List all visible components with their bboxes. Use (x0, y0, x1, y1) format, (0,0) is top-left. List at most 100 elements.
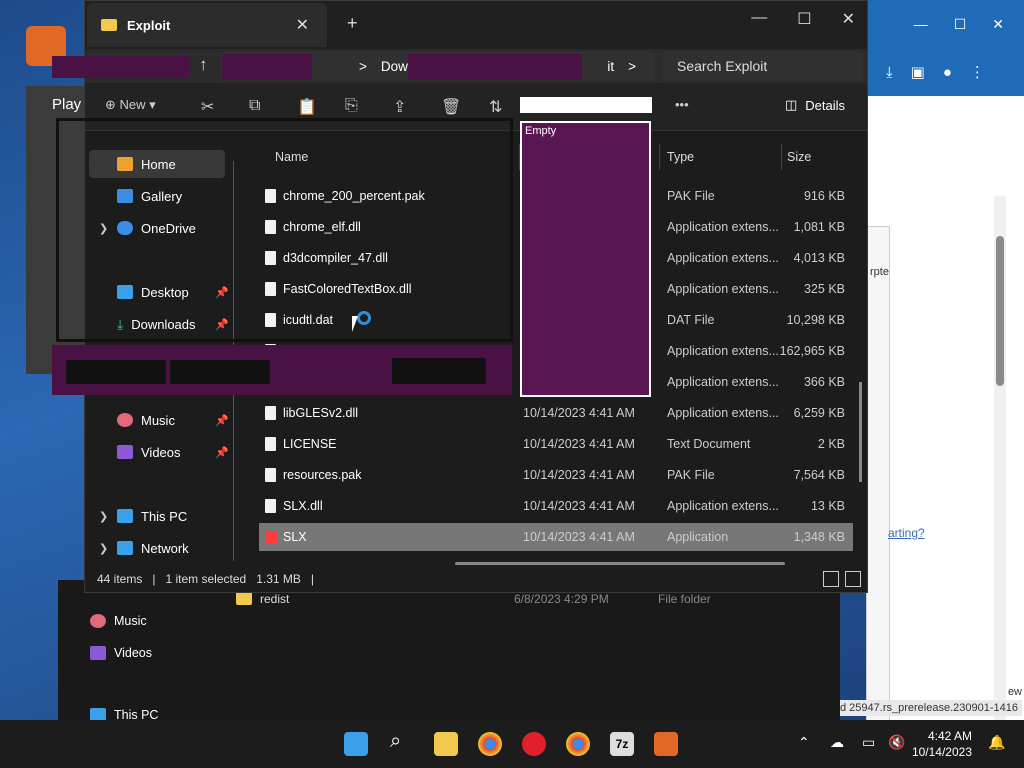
profile-icon[interactable]: ● (943, 64, 952, 81)
browser-scrollbar[interactable] (994, 196, 1006, 768)
file-type: Application extens... (667, 220, 779, 234)
new-tab-button[interactable]: + (347, 13, 358, 34)
browser-link[interactable]: arting? (888, 526, 925, 540)
onedrive-icon[interactable]: ☁ (830, 734, 844, 751)
maximize-icon[interactable]: ☐ (954, 16, 967, 33)
paste-icon[interactable]: 📋 (297, 97, 317, 117)
7zip-icon[interactable]: 7z (610, 732, 634, 756)
chevron-right-icon[interactable]: ❯ (99, 542, 108, 555)
file-row[interactable]: libGLESv2.dll 10/14/2023 4:41 AM Applicati… (259, 399, 853, 427)
file-type: Application extens... (667, 282, 779, 296)
file-row[interactable]: SLX 10/14/2023 4:41 AM Application 1,348 KB (259, 523, 853, 551)
loading-spinner-icon (357, 311, 371, 325)
copy-icon[interactable]: ⧉ (249, 97, 260, 115)
clock-date: 10/14/2023 (911, 745, 972, 759)
file-row[interactable]: resources.pak 10/14/2023 4:41 AM PAK File 7… (259, 461, 853, 489)
file-date: 10/14/2023 4:41 AM (523, 406, 635, 420)
file-size: 366 KB (803, 375, 845, 389)
bg-sidebar-item-music[interactable]: Music (90, 614, 147, 628)
minimize-icon[interactable]: — (914, 16, 928, 32)
app-file-icon (265, 531, 277, 543)
sort-icon[interactable]: ⇅ (489, 97, 502, 117)
tab-exploit[interactable]: Exploit ✕ (87, 3, 327, 47)
details-view-button[interactable] (823, 571, 839, 587)
file-type: PAK File (667, 189, 715, 203)
sidebar-item-music[interactable]: Music 📌 (89, 406, 229, 434)
notification-icon[interactable]: 🔔 (988, 734, 1005, 751)
pin-icon[interactable]: 📌 (215, 446, 229, 459)
start-icon[interactable] (344, 732, 368, 756)
file-explorer-icon[interactable] (434, 732, 458, 756)
file-name: libGLESv2.dll (283, 406, 359, 420)
background-app-label: Play (52, 96, 82, 113)
empty-popup: Empty (520, 121, 651, 397)
volume-icon[interactable]: 🔇 (888, 734, 905, 751)
chrome-icon[interactable] (566, 732, 590, 756)
app-icon[interactable] (654, 732, 678, 756)
redaction-block (52, 56, 189, 78)
sidebar-icon[interactable]: ▣ (911, 63, 925, 81)
file-type: PAK File (667, 468, 715, 482)
maximize-button[interactable]: ☐ (797, 9, 811, 29)
share-icon[interactable]: ⇪ (393, 97, 406, 117)
popup-label: Empty (525, 125, 557, 137)
bg-file-row[interactable]: redist 6/8/2023 4:29 PM File folder (236, 592, 711, 606)
mouse-cursor-icon (352, 316, 358, 332)
item-count: 44 items (97, 572, 143, 586)
videos-icon (117, 445, 133, 459)
overlay-input[interactable] (520, 97, 652, 113)
background-explorer-window: Music Videos This PC redist 6/8/2023 4:2… (58, 580, 840, 722)
browser-footer: d 25947.rs_prerelease.230901-1416 (836, 700, 1022, 716)
column-type[interactable]: Type (667, 150, 694, 164)
clock[interactable]: 4:42 AM 10/14/2023 (912, 728, 972, 760)
sidebar-item-thispc[interactable]: ❯ This PC (89, 502, 225, 530)
file-type: Application (667, 530, 729, 544)
file-row[interactable]: LICENSE 10/14/2023 4:41 AM Text Document 2 … (259, 430, 853, 458)
sidebar-item-network[interactable]: ❯ Network (89, 534, 225, 562)
breadcrumb-exploit[interactable]: it (607, 59, 614, 74)
new-button[interactable]: ⊕ New ▾ (105, 97, 156, 113)
taskbar: ⌕ 7z ⌃ ☁ ▭ 🔇 4:42 AM 10/14/2023 🔔 (0, 720, 1024, 768)
up-button[interactable]: ↑ (199, 55, 208, 75)
rename-icon[interactable]: ⎘ (345, 97, 358, 115)
opera-icon[interactable] (522, 732, 546, 756)
search-input[interactable]: Search Exploit (663, 51, 863, 81)
status-bar: 44 items | 1 item selected 1.31 MB | (97, 572, 315, 586)
sidebar-item-videos[interactable]: Videos 📌 (89, 438, 229, 466)
file-icon (265, 406, 276, 420)
minimize-button[interactable]: — (751, 9, 767, 29)
breadcrumb-chevron[interactable]: > (628, 59, 636, 74)
file-type: Application extens... (667, 375, 779, 389)
tiles-view-button[interactable] (845, 571, 861, 587)
download-icon[interactable]: ⤓ (886, 64, 893, 81)
display-icon[interactable]: ▭ (862, 734, 875, 751)
horizontal-scrollbar[interactable] (455, 562, 785, 565)
file-row[interactable]: SLX.dll 10/14/2023 4:41 AM Application ext… (259, 492, 853, 520)
tab-close-icon[interactable]: ✕ (296, 15, 309, 35)
close-icon[interactable]: ✕ (992, 16, 1004, 33)
file-size: 916 KB (803, 189, 845, 203)
view-toggle (823, 571, 861, 587)
browser-side-text: rpte (870, 266, 889, 278)
pin-icon[interactable]: 📌 (215, 414, 229, 427)
details-button[interactable]: ◫ Details (785, 97, 845, 113)
file-name: resources.pak (283, 468, 362, 482)
menu-icon[interactable]: ⋮ (970, 63, 985, 81)
more-options-button[interactable]: ••• (675, 97, 689, 112)
chrome-icon[interactable] (478, 732, 502, 756)
cut-icon[interactable]: ✂ (201, 97, 214, 117)
chevron-right-icon[interactable]: ❯ (99, 510, 108, 523)
column-size[interactable]: Size (787, 150, 811, 164)
delete-icon[interactable]: 🗑 (441, 97, 461, 117)
browser-corner-text: ew (1007, 686, 1022, 698)
chevron-up-icon[interactable]: ⌃ (798, 734, 810, 751)
bg-sidebar-item-videos[interactable]: Videos (90, 646, 152, 660)
file-name: SLX.dll (283, 499, 323, 513)
file-size: 13 KB (810, 499, 845, 513)
browser-panel (866, 226, 890, 726)
search-icon[interactable]: ⌕ (390, 730, 414, 754)
file-icon (265, 468, 276, 482)
file-icon (265, 437, 276, 451)
vertical-scrollbar[interactable] (859, 382, 862, 482)
close-button[interactable]: ✕ (842, 9, 855, 29)
